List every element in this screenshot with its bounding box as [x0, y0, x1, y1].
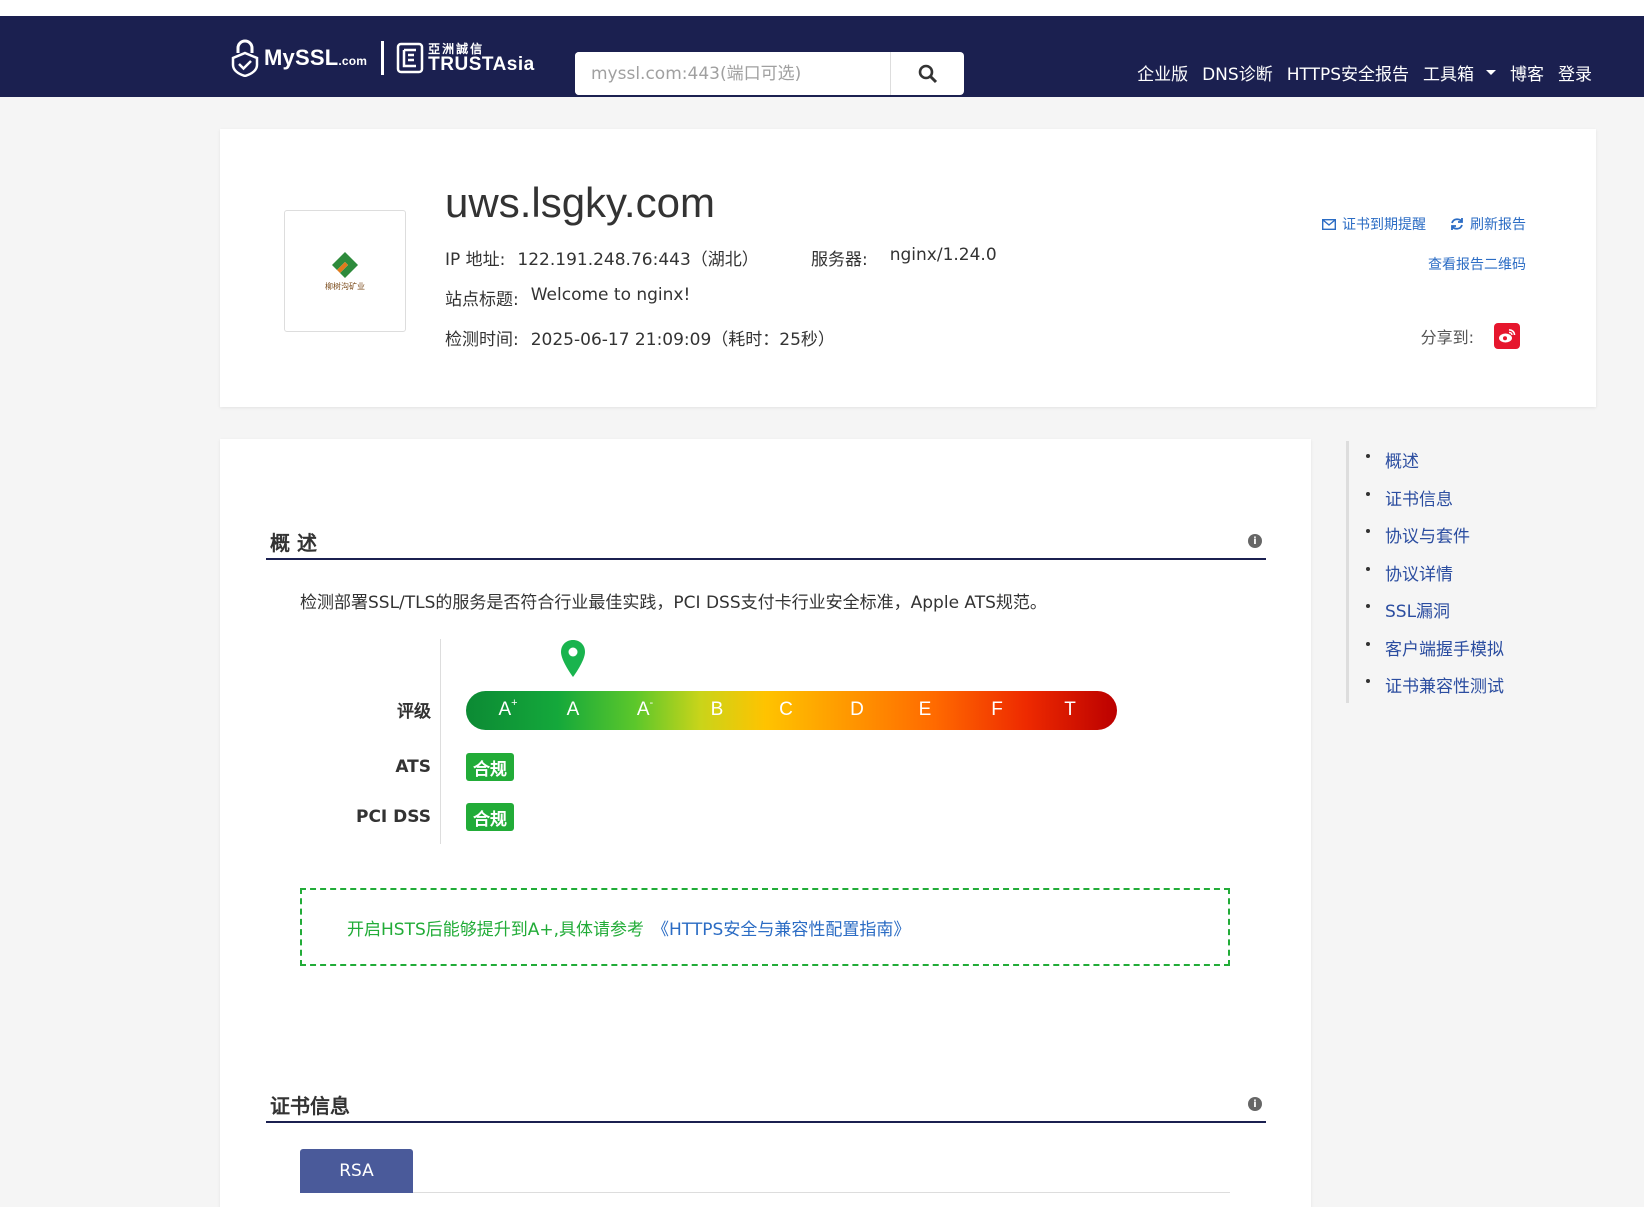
sidebar-item-cert-compat[interactable]: 证书兼容性测试: [1366, 666, 1504, 704]
info-icon[interactable]: i: [1248, 534, 1262, 548]
scan-time-label: 检测时间:: [445, 330, 519, 350]
grade-e: E: [918, 699, 932, 720]
weibo-share-button[interactable]: [1494, 323, 1520, 349]
grade-a-plus: A+: [498, 697, 518, 720]
qr-code-link[interactable]: 查看报告二维码: [1428, 254, 1526, 274]
ats-status-badge: 合规: [466, 753, 514, 781]
sidebar-item-cert-info[interactable]: 证书信息: [1366, 479, 1504, 517]
nav-https-report[interactable]: HTTPS安全报告: [1287, 60, 1409, 85]
sidebar-item-ssl-vulns[interactable]: SSL漏洞: [1366, 591, 1504, 629]
sidebar-item-client-handshake[interactable]: 客户端握手模拟: [1366, 629, 1504, 667]
rating-block: 评级 ATS PCI DSS A+ A A- B C D E F T 合规 合规: [220, 639, 1311, 844]
ip-value: 122.191.248.76:443（湖北）: [517, 250, 759, 270]
share-area: 分享到:: [1421, 323, 1520, 349]
sidebar-item-protocol-details[interactable]: 协议详情: [1366, 554, 1504, 592]
grade-a: A: [566, 699, 580, 720]
weibo-icon: [1499, 329, 1516, 343]
server-label: 服务器:: [811, 250, 868, 270]
site-logo-mark: [332, 251, 358, 278]
cert-section-header: 证书信息 i: [266, 1087, 1266, 1123]
grade-t: T: [1064, 699, 1076, 720]
sidebar-item-overview[interactable]: 概述: [1366, 441, 1504, 479]
nav-toolbox-label: 工具箱: [1423, 65, 1474, 85]
grade-c: C: [779, 699, 793, 720]
tab-rsa[interactable]: RSA: [300, 1149, 413, 1193]
search-box: [575, 52, 964, 95]
search-button[interactable]: [890, 52, 964, 95]
info-icon[interactable]: i: [1248, 1097, 1262, 1111]
grade-scale: A+ A A- B C D E F T: [466, 691, 1117, 730]
nav-login[interactable]: 登录: [1558, 60, 1592, 85]
nav-blog[interactable]: 博客: [1510, 60, 1544, 85]
cert-section-title: 证书信息: [270, 1093, 350, 1118]
section-sidebar: 概述 证书信息 协议与套件 协议详情 SSL漏洞 客户端握手模拟 证书兼容性测试: [1346, 441, 1566, 703]
grade-f: F: [991, 699, 1003, 720]
logo-divider: [381, 41, 385, 75]
site-summary-card: 柳树沟矿业 uws.lsgky.com IP 地址: 122.191.248.7…: [220, 129, 1596, 407]
brand-logo[interactable]: MySSL.com 亞洲誠信 TRUSTAsia: [230, 38, 535, 78]
site-title-info: 站点标题: Welcome to nginx!: [445, 285, 690, 310]
site-logo: 柳树沟矿业: [284, 210, 406, 332]
overview-description: 检测部署SSL/TLS的服务是否符合行业最佳实践，PCI DSS支付卡行业安全标…: [300, 593, 1047, 613]
domain-title: uws.lsgky.com: [445, 179, 715, 226]
nav-toolbox[interactable]: 工具箱: [1423, 60, 1496, 85]
config-guide-link[interactable]: 《HTTPS安全与兼容性配置指南》: [652, 915, 910, 940]
ats-label: ATS: [395, 757, 431, 777]
grade-d: D: [850, 699, 864, 720]
navbar: MySSL.com 亞洲誠信 TRUSTAsia 企业版 DNS诊断 HTTPS…: [0, 16, 1644, 97]
nav-enterprise[interactable]: 企业版: [1137, 60, 1188, 85]
overview-section-header: 概 述 i: [266, 524, 1266, 560]
trustasia-icon: [396, 42, 424, 74]
rating-divider: [440, 639, 441, 844]
trustasia-wordmark: 亞洲誠信 TRUSTAsia: [428, 41, 535, 75]
hsts-hint-text: 开启HSTS后能够提升到A+,具体请参考: [347, 919, 645, 940]
scan-time-value: 2025-06-17 21:09:09（耗时：25秒）: [530, 330, 835, 350]
pci-label: PCI DSS: [355, 807, 431, 827]
ip-info: IP 地址: 122.191.248.76:443（湖北）: [445, 245, 759, 270]
server-info: 服务器: nginx/1.24.0: [811, 245, 997, 270]
refresh-icon: [1451, 218, 1463, 230]
report-actions: 证书到期提醒 刷新报告: [1322, 214, 1526, 234]
grade-a-minus: A-: [636, 697, 654, 720]
share-label: 分享到:: [1420, 328, 1474, 347]
top-nav: 企业版 DNS诊断 HTTPS安全报告 工具箱 博客 登录: [1137, 60, 1592, 85]
overview-section-title: 概 述: [270, 530, 317, 555]
nav-dns[interactable]: DNS诊断: [1202, 60, 1273, 85]
site-logo-caption: 柳树沟矿业: [325, 281, 365, 291]
mail-icon: [1322, 218, 1336, 230]
caret-down-icon: [1486, 70, 1496, 75]
top-strip: [0, 0, 1644, 16]
myssl-wordmark: MySSL.com: [264, 45, 368, 70]
cert-reminder-link[interactable]: 证书到期提醒: [1322, 214, 1426, 234]
scan-time-info: 检测时间: 2025-06-17 21:09:09（耗时：25秒）: [445, 325, 835, 350]
server-value: nginx/1.24.0: [889, 245, 997, 265]
site-title-value: Welcome to nginx!: [530, 285, 691, 305]
search-input[interactable]: [575, 52, 890, 95]
lock-icon: [231, 39, 259, 77]
sidebar-item-protocols-suites[interactable]: 协议与套件: [1366, 516, 1504, 554]
cert-reminder-label: 证书到期提醒: [1342, 217, 1426, 233]
pci-status-badge: 合规: [466, 803, 514, 831]
refresh-report-link[interactable]: 刷新报告: [1450, 214, 1526, 234]
search-icon: [918, 64, 937, 83]
site-title-label: 站点标题:: [445, 290, 519, 310]
grade-b: B: [710, 699, 724, 720]
hsts-hint: 开启HSTS后能够提升到A+,具体请参考 《HTTPS安全与兼容性配置指南》: [300, 888, 1230, 966]
ip-label: IP 地址:: [445, 250, 506, 270]
current-grade-pin-icon: [561, 640, 585, 677]
refresh-report-label: 刷新报告: [1470, 217, 1526, 233]
cert-tabs: RSA: [300, 1149, 1230, 1193]
rating-label: 评级: [397, 702, 431, 722]
